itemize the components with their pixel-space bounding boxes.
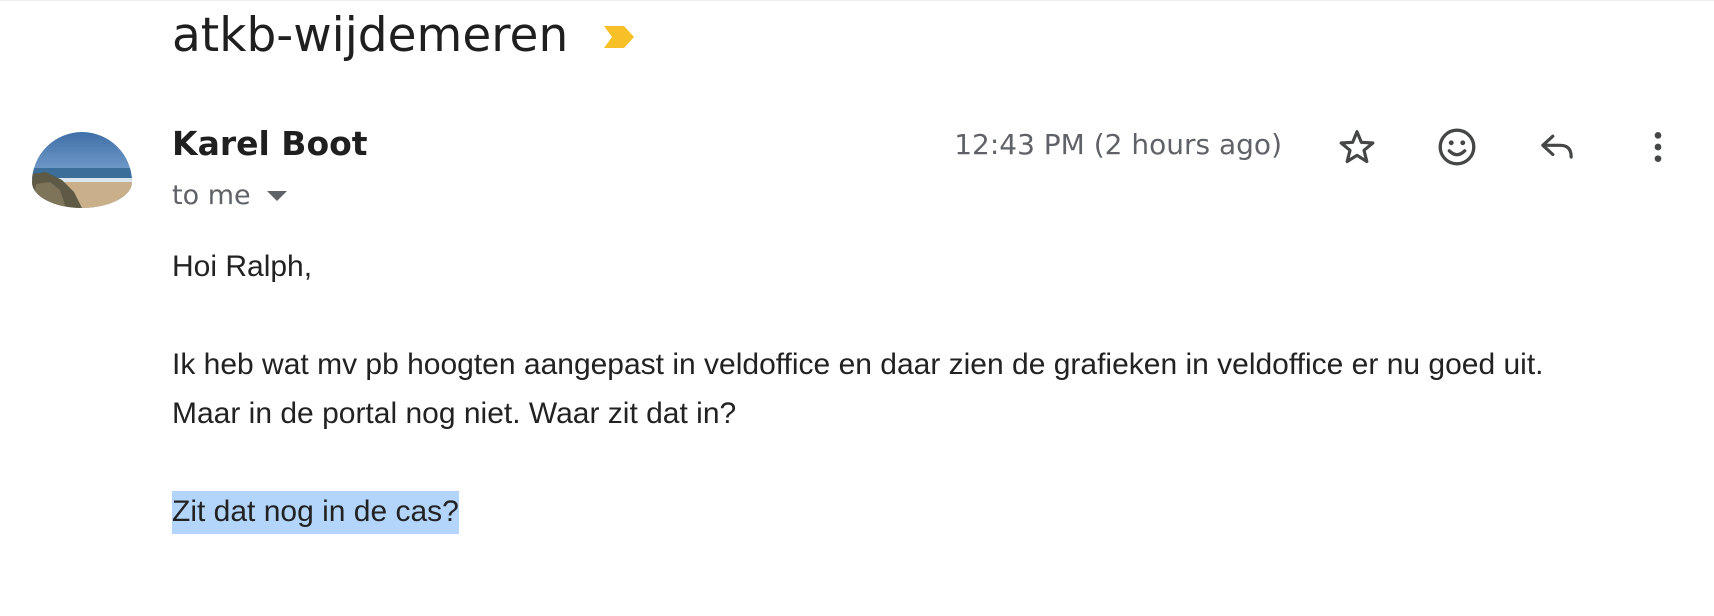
sender-name[interactable]: Karel Boot: [172, 124, 368, 163]
more-vert-icon: [1654, 132, 1662, 162]
top-divider: [0, 0, 1714, 1]
subject-row: atkb-wijdemeren: [172, 2, 636, 68]
recipient-details-toggle[interactable]: to me: [172, 178, 287, 212]
email-message-view: atkb-wijdemeren Karel Boot to me 12:43 P…: [0, 0, 1714, 616]
chevron-down-icon[interactable]: [266, 191, 287, 201]
message-body: Hoi Ralph, Ik heb wat mv pb hoogten aang…: [172, 242, 1692, 536]
star-outline-icon: [1339, 130, 1375, 164]
add-reaction-button[interactable]: [1433, 123, 1481, 171]
beach-photo-avatar-icon: [32, 132, 132, 208]
email-subject: atkb-wijdemeren: [172, 7, 569, 63]
greeting-line: Hoi Ralph,: [172, 250, 313, 283]
more-options-button[interactable]: [1634, 123, 1682, 171]
sender-avatar[interactable]: [32, 132, 132, 208]
selected-body-line: Zit dat nog in de cas?: [172, 487, 1692, 536]
body-line: Maar in de portal nog niet. Waar zit dat…: [172, 397, 737, 430]
emoji-reaction-icon: [1438, 128, 1476, 166]
important-marker-icon[interactable]: [602, 24, 636, 50]
reply-button[interactable]: [1533, 123, 1581, 171]
message-timestamp: 12:43 PM (2 hours ago): [954, 128, 1282, 161]
recipient-label: to me: [172, 179, 251, 211]
reply-icon: [1541, 134, 1573, 159]
star-button[interactable]: [1333, 123, 1381, 171]
selected-text[interactable]: Zit dat nog in de cas?: [172, 491, 459, 534]
body-line: Ik heb wat mv pb hoogten aangepast in ve…: [172, 348, 1544, 381]
